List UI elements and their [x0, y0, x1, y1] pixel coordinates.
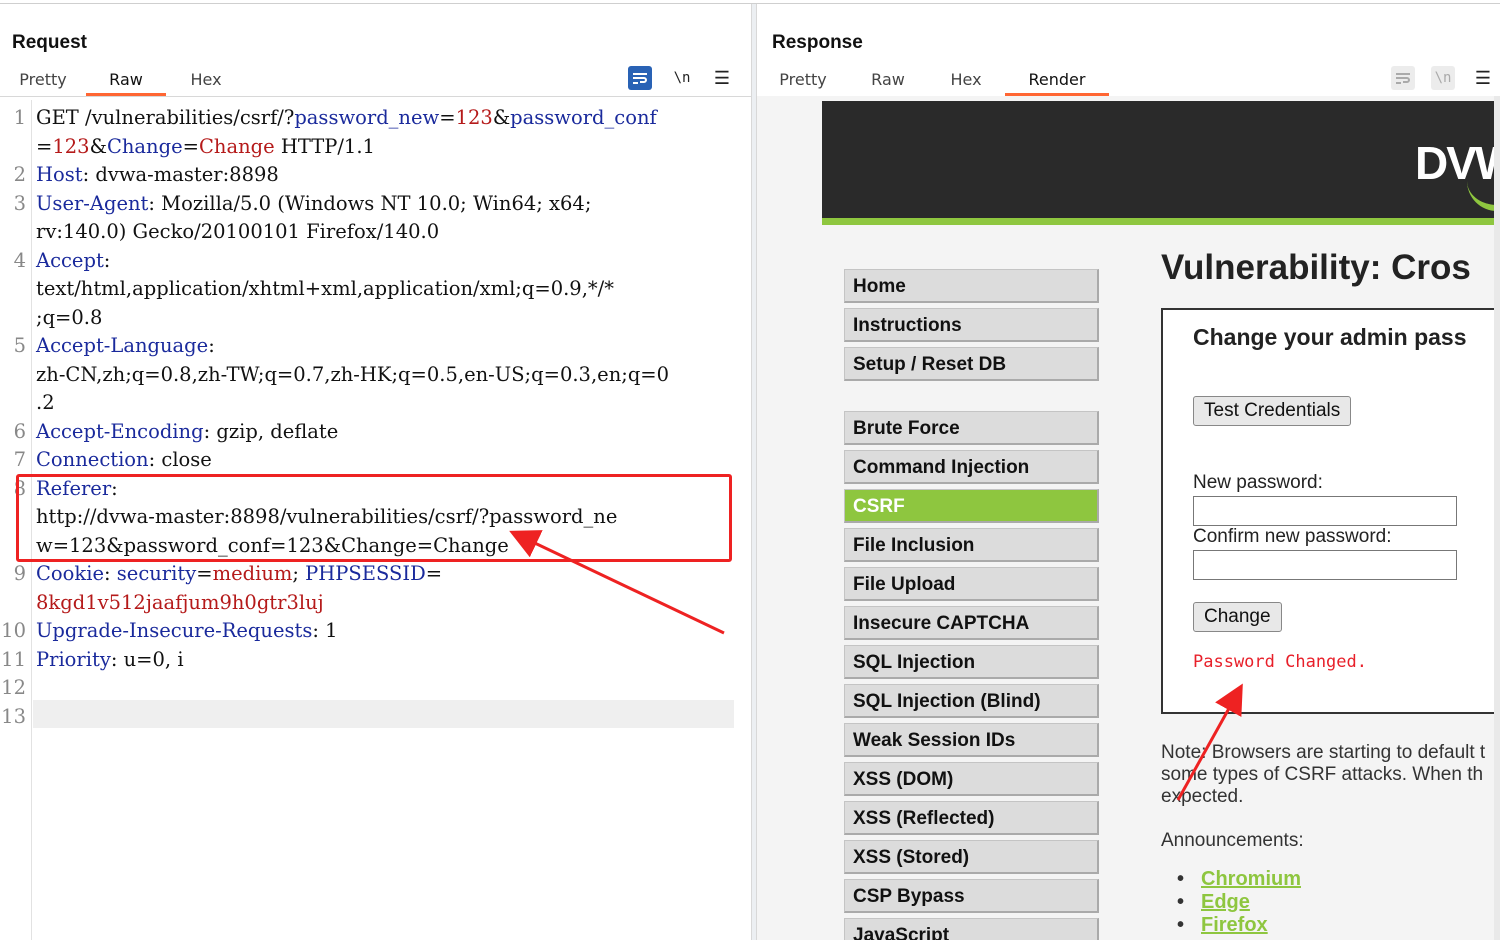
arrow-to-password-changed: [1176, 683, 1243, 801]
annotation-arrows: [509, 530, 1243, 801]
arrow-to-referer: [509, 530, 725, 635]
